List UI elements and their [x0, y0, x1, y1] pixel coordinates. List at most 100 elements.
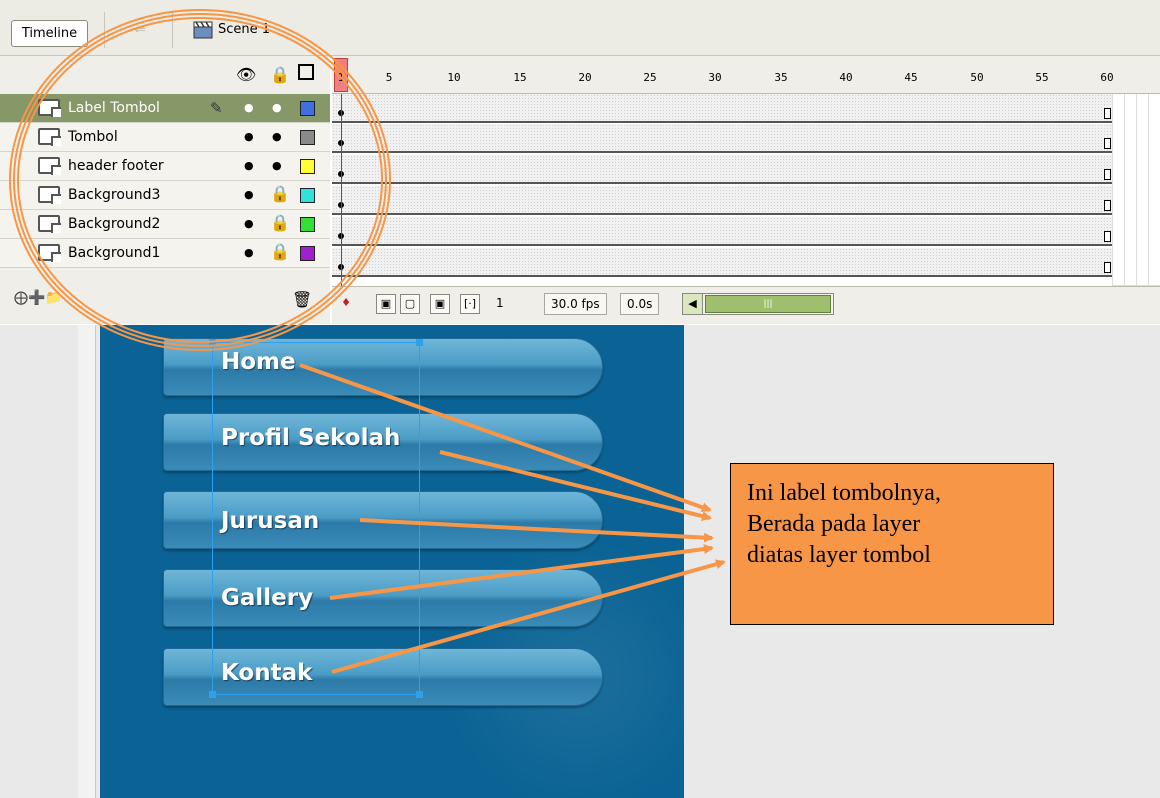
layers-footer: ⨁➕📁 🗑 — [0, 286, 330, 324]
scene-breadcrumb[interactable]: Scene 1 — [218, 22, 270, 37]
end-frame[interactable] — [1104, 169, 1111, 180]
resize-handle[interactable] — [209, 691, 216, 698]
ruler-number: 10 — [447, 71, 461, 84]
frame-track[interactable] — [332, 217, 1112, 246]
timeline-scrollbar[interactable]: ◀ ||| — [682, 293, 834, 315]
center-frame-icon[interactable]: ♦ — [336, 294, 356, 314]
scroll-thumb[interactable]: ||| — [705, 295, 831, 313]
layer-color-swatch[interactable] — [300, 159, 315, 174]
visibility-dot[interactable]: ● — [244, 246, 254, 259]
tab-timeline[interactable]: Timeline — [11, 20, 88, 47]
ruler-number: 20 — [578, 71, 592, 84]
layer-name: header footer — [68, 158, 164, 174]
lock-dot[interactable]: ● — [272, 101, 282, 114]
ruler-number: 50 — [970, 71, 984, 84]
lock-icon[interactable]: 🔒 — [270, 242, 290, 261]
callout-line: diatas layer tombol — [747, 542, 931, 568]
ruler-number: 1 — [337, 71, 345, 84]
clapperboard-icon — [193, 21, 213, 39]
layer-color-swatch[interactable] — [300, 130, 315, 145]
layer-row-background2[interactable]: Background2 ● 🔒 — [0, 210, 330, 239]
onion-skin-icon[interactable]: ▣ — [376, 294, 396, 314]
ruler-number: 60 — [1100, 71, 1114, 84]
lock-icon[interactable]: 🔒 — [270, 184, 290, 203]
edit-multiple-frames-icon[interactable]: ▣ — [430, 294, 450, 314]
layer-icon — [38, 99, 60, 116]
scroll-left-icon[interactable]: ◀ — [683, 294, 703, 314]
onion-outline-icon[interactable]: ▢ — [400, 294, 420, 314]
layer-icon — [38, 244, 60, 261]
layer-name: Background3 — [68, 187, 161, 203]
visibility-dot[interactable]: ● — [244, 101, 254, 114]
layer-icon — [38, 157, 60, 174]
layers-header: 👁 🔒 — [0, 56, 330, 94]
lock-icon[interactable]: 🔒 — [270, 213, 290, 232]
frame-track[interactable] — [332, 124, 1112, 153]
ruler-number: 45 — [904, 71, 918, 84]
layers-panel: 👁 🔒 Label Tombol ✎ ● ● Tombol ● ● header… — [0, 56, 330, 324]
visibility-dot[interactable]: ● — [244, 130, 254, 143]
layer-color-swatch[interactable] — [300, 101, 315, 116]
ruler-number: 40 — [839, 71, 853, 84]
callout-line: Ini label tombolnya, — [747, 480, 941, 506]
layer-icon — [38, 128, 60, 145]
pencil-icon: ✎ — [210, 99, 223, 117]
layer-row-background1[interactable]: Background1 ● 🔒 — [0, 239, 330, 268]
outline-icon[interactable] — [298, 64, 314, 80]
lock-dot[interactable]: ● — [272, 130, 282, 143]
back-arrow-icon[interactable]: ⇐ — [118, 22, 162, 44]
lock-icon[interactable]: 🔒 — [270, 65, 290, 84]
toolbar-divider — [172, 12, 173, 48]
toolbar-divider — [104, 12, 105, 48]
frame-track[interactable] — [332, 94, 1112, 123]
elapsed-time: 0.0s — [620, 293, 660, 315]
current-frame: 1 — [496, 296, 504, 310]
end-frame[interactable] — [1104, 108, 1111, 119]
trash-icon[interactable]: 🗑 — [292, 290, 312, 309]
eye-icon[interactable]: 👁 — [236, 65, 256, 84]
stage-edge — [78, 325, 96, 798]
layer-icon — [38, 215, 60, 232]
visibility-dot[interactable]: ● — [244, 159, 254, 172]
layer-row-label-tombol[interactable]: Label Tombol ✎ ● ● — [0, 94, 330, 123]
ruler-number: 15 — [513, 71, 527, 84]
layer-row-header-footer[interactable]: header footer ● ● — [0, 152, 330, 181]
stage-canvas[interactable]: Home Profil Sekolah Jurusan Gallery Kont… — [100, 325, 684, 798]
layer-name: Tombol — [68, 129, 118, 145]
visibility-dot[interactable]: ● — [244, 217, 254, 230]
empty-frames[interactable] — [1112, 94, 1160, 286]
ruler-number: 5 — [385, 71, 393, 84]
frame-track[interactable] — [332, 186, 1112, 215]
layer-color-swatch[interactable] — [300, 217, 315, 232]
resize-handle[interactable] — [209, 339, 216, 346]
layer-color-swatch[interactable] — [300, 188, 315, 203]
layer-row-background3[interactable]: Background3 ● 🔒 — [0, 181, 330, 210]
layer-icon — [38, 186, 60, 203]
ruler-number: 25 — [643, 71, 657, 84]
layer-row-tombol[interactable]: Tombol ● ● — [0, 123, 330, 152]
frame-ruler[interactable]: 1 5 10 15 20 25 30 35 40 45 50 55 60 — [332, 56, 1160, 94]
end-frame[interactable] — [1104, 200, 1111, 211]
ruler-number: 35 — [774, 71, 788, 84]
frame-rate[interactable]: 30.0 fps — [544, 293, 607, 315]
end-frame[interactable] — [1104, 262, 1111, 273]
resize-handle[interactable] — [416, 691, 423, 698]
end-frame[interactable] — [1104, 231, 1111, 242]
resize-handle[interactable] — [416, 339, 423, 346]
layer-color-swatch[interactable] — [300, 246, 315, 261]
end-frame[interactable] — [1104, 138, 1111, 149]
add-layer-icon[interactable]: ⨁➕📁 — [14, 290, 63, 306]
visibility-dot[interactable]: ● — [244, 188, 254, 201]
frames-panel: 1 5 10 15 20 25 30 35 40 45 50 55 60 ♦ ▣… — [332, 56, 1160, 324]
annotation-callout: Ini label tombolnya, Berada pada layer d… — [730, 463, 1054, 625]
lock-dot[interactable]: ● — [272, 159, 282, 172]
frame-track[interactable] — [332, 248, 1112, 277]
layer-name: Label Tombol — [68, 100, 160, 116]
modify-markers-icon[interactable]: [·] — [460, 294, 480, 314]
frame-track[interactable] — [332, 155, 1112, 184]
frames-footer: ♦ ▣ ▢ ▣ [·] 1 30.0 fps 0.0s ◀ ||| — [332, 286, 1160, 324]
selection-bounding-box[interactable] — [209, 339, 423, 698]
playhead-line — [341, 94, 342, 286]
ruler-number: 30 — [708, 71, 722, 84]
ruler-number: 55 — [1035, 71, 1049, 84]
